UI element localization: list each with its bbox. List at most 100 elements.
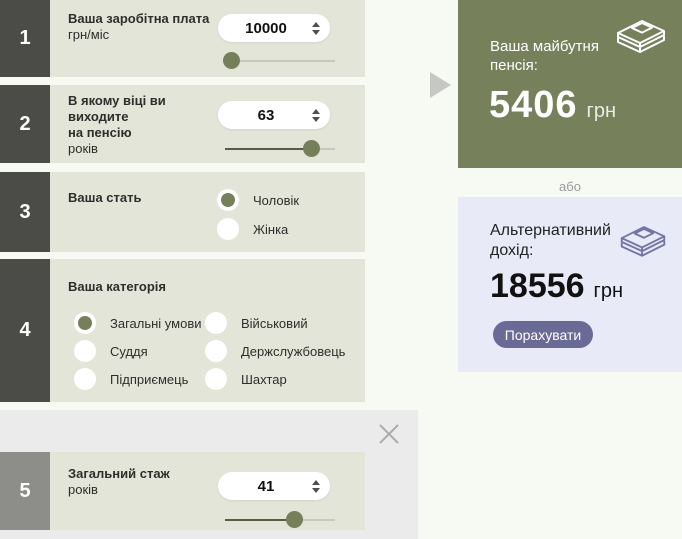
section-number-2: 2 xyxy=(0,85,50,163)
future-pension-title-line1: Ваша майбутня xyxy=(490,38,599,55)
experience-title: Загальний стаж xyxy=(68,466,170,481)
category-label: Ваша категорія xyxy=(68,279,166,295)
radio-icon[interactable] xyxy=(205,340,227,362)
alternative-income-panel: Альтернативний дохід: 18556 грн Порахува… xyxy=(458,197,682,372)
section-number-4: 4 xyxy=(0,259,50,402)
category-option-judge[interactable]: Суддя xyxy=(74,337,205,365)
age-title-line1: В якому віці ви виходите xyxy=(68,93,166,124)
section-number-label: 4 xyxy=(19,319,31,341)
alternative-currency: грн xyxy=(593,280,624,302)
section-number-5: 5 xyxy=(0,452,50,530)
category-options: Загальні умови Військовий Суддя Держслуж… xyxy=(74,309,345,393)
age-title-line2: на пенсію xyxy=(68,125,132,140)
category-option-entrepreneur[interactable]: Підприємець xyxy=(74,365,205,393)
pension-calculator: 1 Ваша заробітна плата грн/міс 2 xyxy=(0,0,682,539)
or-divider: або xyxy=(559,179,581,194)
section-gender: 3 Ваша стать Чоловік Жінка xyxy=(0,172,365,252)
gender-title: Ваша стать xyxy=(68,190,142,205)
section-number-label: 2 xyxy=(19,112,31,135)
pension-amount: 5406 xyxy=(489,84,578,126)
close-icon[interactable] xyxy=(376,421,402,447)
radio-icon[interactable] xyxy=(74,312,96,334)
age-input-pill xyxy=(218,101,330,129)
radio-icon[interactable] xyxy=(217,189,239,211)
radio-label: Загальні умови xyxy=(110,315,202,331)
spinner-up-icon[interactable] xyxy=(312,108,320,114)
slider-fill xyxy=(225,519,295,521)
age-unit: років xyxy=(68,141,98,156)
gender-option-female[interactable]: Жінка xyxy=(217,218,288,240)
money-stack-icon xyxy=(617,20,665,53)
spinner-down-icon[interactable] xyxy=(312,116,320,122)
section-category-content: Ваша категорія Загальні умови Військовий… xyxy=(50,259,365,402)
salary-input-pill xyxy=(218,14,330,42)
section-salary: 1 Ваша заробітна плата грн/міс xyxy=(0,0,365,77)
experience-input-pill xyxy=(218,472,330,500)
gender-option-male[interactable]: Чоловік xyxy=(217,189,299,211)
section-number-1: 1 xyxy=(0,0,50,77)
section-experience-content: Загальний стаж років xyxy=(50,452,365,530)
experience-slider[interactable] xyxy=(225,511,335,528)
arrow-right-icon xyxy=(430,72,451,98)
section-age-content: В якому віці ви виходите на пенсію років xyxy=(50,85,365,163)
radio-icon[interactable] xyxy=(74,368,96,390)
section-category: 4 Ваша категорія Загальні умови Військов… xyxy=(0,259,365,402)
slider-thumb[interactable] xyxy=(222,52,240,69)
alternative-income-title: Альтернативний дохід: xyxy=(490,221,611,261)
salary-label: Ваша заробітна плата грн/міс xyxy=(68,11,218,43)
category-option-general[interactable]: Загальні умови xyxy=(74,309,205,337)
radio-label: Чоловік xyxy=(253,192,300,208)
salary-title: Ваша заробітна плата xyxy=(68,11,210,26)
section-gender-content: Ваша стать Чоловік Жінка xyxy=(50,172,365,252)
calculate-button[interactable]: Порахувати xyxy=(493,321,593,348)
section-number-label: 3 xyxy=(19,200,31,223)
section-number-3: 3 xyxy=(0,172,50,252)
salary-unit: грн/міс xyxy=(68,27,110,42)
category-option-miner[interactable]: Шахтар xyxy=(205,365,345,393)
experience-spinner xyxy=(312,472,320,500)
radio-icon[interactable] xyxy=(74,340,96,362)
future-pension-title-line2: пенсія: xyxy=(490,57,538,74)
pension-currency: грн xyxy=(586,100,617,122)
category-option-military[interactable]: Військовий xyxy=(205,309,345,337)
slider-track[interactable] xyxy=(225,60,335,62)
money-stack-icon xyxy=(620,226,666,257)
age-spinner xyxy=(312,101,320,129)
gender-label: Ваша стать xyxy=(68,190,141,206)
radio-icon[interactable] xyxy=(205,312,227,334)
spinner-down-icon[interactable] xyxy=(312,29,320,35)
experience-unit: років xyxy=(68,482,98,497)
salary-spinner xyxy=(312,14,320,42)
alternative-amount: 18556 xyxy=(490,267,585,305)
section-number-label: 5 xyxy=(19,479,31,502)
slider-fill xyxy=(225,148,311,150)
age-slider[interactable] xyxy=(225,140,335,157)
section-retirement-age: 2 В якому віці ви виходите на пенсію рок… xyxy=(0,85,365,163)
radio-label: Держслужбовець xyxy=(241,343,346,359)
radio-icon[interactable] xyxy=(205,368,227,390)
radio-label: Жінка xyxy=(253,221,289,237)
future-pension-title: Ваша майбутня пенсія: xyxy=(490,37,599,75)
section-experience: 5 Загальний стаж років xyxy=(0,452,365,530)
radio-label: Військовий xyxy=(241,315,308,331)
salary-slider[interactable] xyxy=(222,52,335,69)
spinner-up-icon[interactable] xyxy=(312,21,320,27)
radio-icon[interactable] xyxy=(217,218,239,240)
section-number-label: 1 xyxy=(19,27,31,49)
age-label: В якому віці ви виходите на пенсію років xyxy=(68,93,228,157)
spinner-up-icon[interactable] xyxy=(312,479,320,485)
radio-label: Підприємець xyxy=(110,371,189,387)
future-pension-value: 5406 грн xyxy=(489,84,616,127)
alternative-title-line1: Альтернативний xyxy=(490,222,611,239)
section-salary-content: Ваша заробітна плата грн/міс xyxy=(50,0,365,77)
slider-thumb[interactable] xyxy=(302,140,320,157)
future-pension-panel: Ваша майбутня пенсія: 5406 грн xyxy=(458,0,682,168)
experience-label: Загальний стаж років xyxy=(68,466,208,498)
spinner-down-icon[interactable] xyxy=(312,487,320,493)
category-title: Ваша категорія xyxy=(68,279,166,294)
category-option-civil-servant[interactable]: Держслужбовець xyxy=(205,337,345,365)
alternative-income-value: 18556 грн xyxy=(490,267,623,306)
radio-label: Шахтар xyxy=(241,371,287,387)
slider-thumb[interactable] xyxy=(286,511,304,528)
alternative-title-line2: дохід: xyxy=(490,242,534,259)
